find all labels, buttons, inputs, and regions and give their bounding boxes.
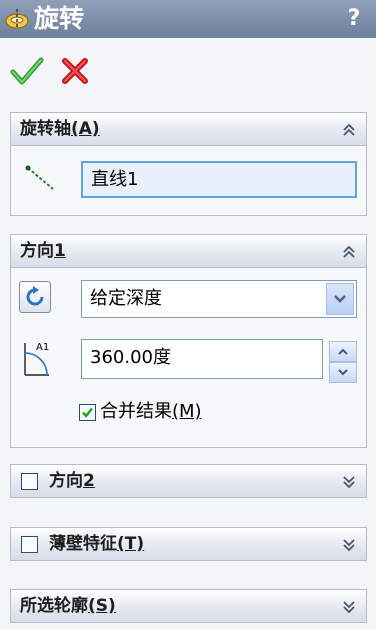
direction2-section-header[interactable]: 方向2 [10, 464, 367, 498]
angle-input[interactable]: 360.00度 [81, 339, 323, 379]
title-bar: 旋转 ? [0, 0, 376, 38]
reverse-direction-icon [26, 286, 44, 306]
dropdown-arrow[interactable] [326, 283, 354, 315]
end-condition-value: 给定深度 [90, 288, 162, 309]
direction1-section-body: 给定深度 A1 360.00度 合并结果(M) [10, 268, 367, 448]
window-title: 旋转 [34, 4, 85, 33]
angle-icon: A1 [24, 342, 49, 376]
checkmark-icon [82, 407, 93, 418]
expand-chevron-icon[interactable] [340, 536, 358, 554]
direction2-checkbox[interactable] [21, 473, 38, 490]
axis-section-body: 直线1 [10, 146, 367, 216]
axis-line-icon [25, 165, 54, 190]
direction2-section-title: 方向2 [49, 471, 95, 491]
merge-result-label[interactable]: 合并结果(M) [100, 401, 202, 423]
revolve-icon [5, 9, 29, 29]
axis-section-header[interactable]: 旋转轴(A) [10, 112, 367, 146]
action-bar [0, 38, 376, 98]
svg-text:A1: A1 [36, 342, 49, 353]
spin-up-icon [338, 348, 348, 355]
ok-check-icon[interactable] [10, 56, 44, 86]
help-button[interactable]: ? [342, 6, 366, 32]
thin-feature-section-title: 薄壁特征(T) [49, 534, 145, 554]
spin-down-icon [338, 369, 348, 376]
selected-contours-section-header[interactable]: 所选轮廓(S) [10, 589, 367, 623]
merge-result-checkbox[interactable] [79, 404, 96, 421]
thin-feature-checkbox[interactable] [21, 536, 38, 553]
end-condition-select[interactable]: 给定深度 [81, 280, 357, 318]
collapse-chevron-icon[interactable] [340, 243, 358, 261]
collapse-chevron-icon[interactable] [340, 121, 358, 139]
reverse-direction-button[interactable] [19, 281, 51, 313]
direction1-section-title: 方向1 [20, 241, 66, 261]
expand-chevron-icon[interactable] [340, 598, 358, 616]
expand-chevron-icon[interactable] [340, 473, 358, 491]
angle-spin-up[interactable] [329, 341, 357, 362]
axis-selection-field[interactable]: 直线1 [81, 161, 357, 198]
direction1-section-header[interactable]: 方向1 [10, 234, 367, 268]
thin-feature-section-header[interactable]: 薄壁特征(T) [10, 527, 367, 561]
angle-spin-down[interactable] [329, 362, 357, 383]
chevron-down-icon [334, 295, 346, 303]
axis-section-title: 旋转轴(A) [20, 119, 100, 139]
cancel-x-icon[interactable] [60, 56, 90, 86]
selected-contours-section-title: 所选轮廓(S) [20, 596, 116, 616]
